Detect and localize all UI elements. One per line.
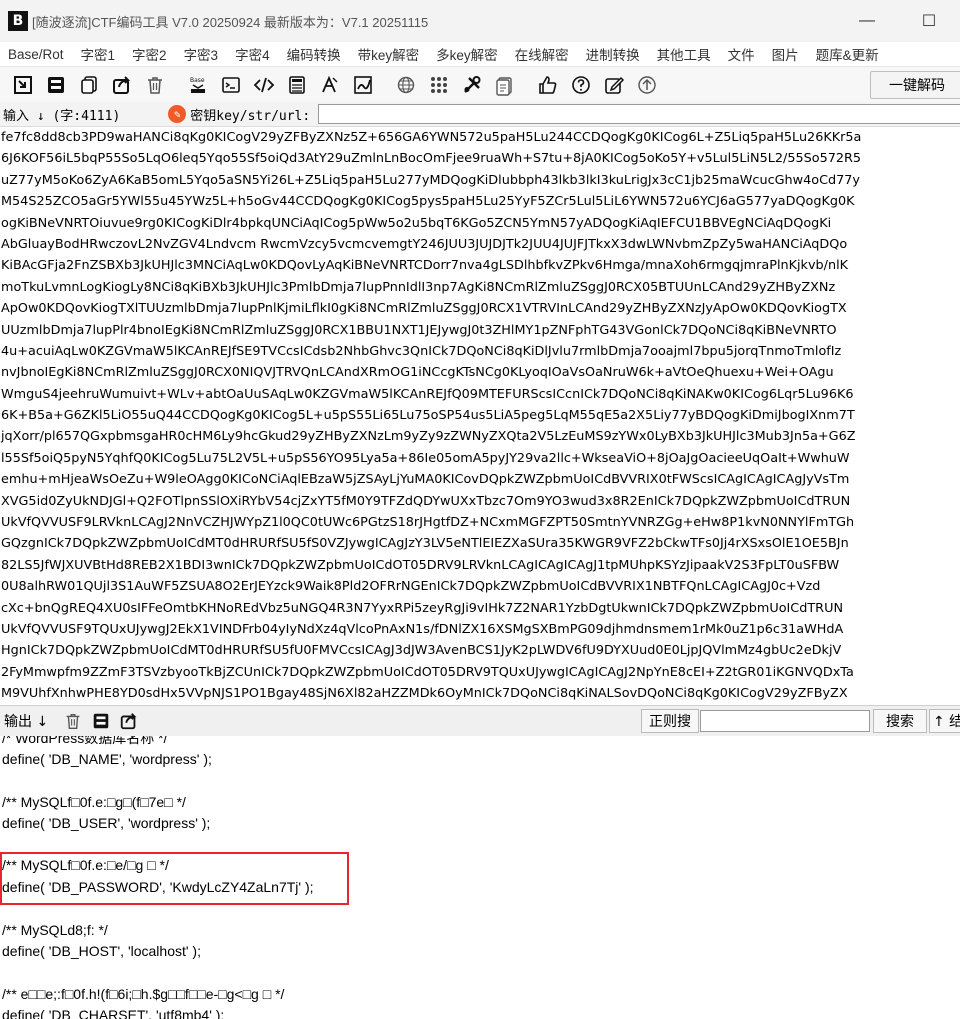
clear-output-icon[interactable] <box>62 710 84 732</box>
up-arrow-icon[interactable] <box>632 70 662 100</box>
output-label: 输出 ↓ <box>4 714 49 730</box>
key-icon: ✎ <box>168 105 187 123</box>
input-text-line: AbGluayBodHRwczovL2NvZGV4Lndvcm RwcmVzcy… <box>1 236 848 252</box>
menu-cipher-1[interactable]: 字密1 <box>73 44 125 64</box>
output-line: define( 'DB_CHARSET', 'utf8mb4' ); <box>2 1007 225 1019</box>
input-text-line: nvJbnoIEgKi8NCmRlZmluZSggJ0RCX0NIQVJTRVQ… <box>1 365 834 381</box>
output-textarea[interactable]: /* WordPress数据库名称 */ define( 'DB_NAME', … <box>0 736 960 1019</box>
output-line: /** MySQLd8;f: */ <box>2 922 108 938</box>
search-button[interactable]: 搜索 <box>873 709 927 733</box>
input-text-line: l55Sf5oiQ5pyN5YqhfQ0KICog5Lu75L2V5L+u5pS… <box>1 450 850 466</box>
copy-icon[interactable] <box>74 70 104 100</box>
one-click-decode-button[interactable]: 一键解码 <box>870 71 960 99</box>
output-line: define( 'DB_USER', 'wordpress' ); <box>2 815 211 831</box>
globe-icon[interactable] <box>391 70 421 100</box>
input-text-line: 6J6KOF56iL5bqP55So5LqO6leq5Yqo55Sf5oiQd3… <box>1 151 862 167</box>
to-result-button[interactable]: ↑ 结 <box>929 709 960 733</box>
input-text-line: XVG5id0ZyUkNDJGl+Q2FOTlpnSSlOXiRYbV54cjZ… <box>1 493 851 509</box>
font-icon[interactable] <box>315 70 345 100</box>
menu-cipher-4[interactable]: 字密4 <box>227 44 279 64</box>
menu-cipher-3[interactable]: 字密3 <box>176 44 228 64</box>
input-text-line: M9VUhfXnhwPHE8YD0sdHx5VVpNJS1PO1Bgay48Sj… <box>1 686 848 702</box>
output-line: /** MySQLf□0f.e:□g□(f□7e□ */ <box>2 794 186 810</box>
key-label: 密钥key/str/url: <box>190 108 311 124</box>
menu-base-conversion[interactable]: 进制转换 <box>578 44 649 64</box>
input-text-line: UUzmlbDmja7lupPlr4bnoIEgKi8NCmRlZmluZSgg… <box>1 322 837 338</box>
grid-icon[interactable] <box>424 70 454 100</box>
svg-text:Base: Base <box>190 77 205 84</box>
input-text-line: UkVfQVVUSF9LRVknLCAgJ2NnVCZHJWYpZ1l0QC0t… <box>1 515 855 531</box>
tools-icon[interactable] <box>457 70 487 100</box>
menu-encoding-convert[interactable]: 编码转换 <box>279 44 350 64</box>
import-icon[interactable] <box>8 70 38 100</box>
search-input[interactable] <box>700 710 870 732</box>
input-text-line: 2FyMmwpfm9ZZmF3TSVzbyooTkBjZCUnICk7DQpkZ… <box>1 664 854 680</box>
app-logo-icon: B <box>8 11 28 31</box>
menu-bar: Base/Rot 字密1 字密2 字密3 字密4 编码转换 带key解密 多ke… <box>0 42 960 66</box>
key-input[interactable] <box>318 104 960 124</box>
input-text-line: 4u+acuiAqLw0KZGVmaW5lKCAnREJfSE9TVCcsICd… <box>1 343 842 359</box>
input-text-line: emhu+mHjeaWsOeZu+W9leOAgg0KICoNCiAqlEBza… <box>1 472 850 488</box>
input-text-line: fe7fc8dd8cb3PD9waHANCi8qKg0KICogV29yZFBy… <box>1 130 862 145</box>
menu-question-bank[interactable]: 题库&更新 <box>808 44 888 64</box>
output-line: /* WordPress数据库名称 */ <box>2 736 168 746</box>
trash-icon[interactable] <box>140 70 170 100</box>
input-text-line: ApOw0KDQovKiogTXlTUUzmlbDmja7lupPnlKjmiL… <box>1 301 847 317</box>
input-textarea[interactable]: fe7fc8dd8cb3PD9waHANCi8qKg0KICogV29yZFBy… <box>0 127 960 705</box>
minimize-button[interactable]: — <box>836 0 898 42</box>
calculator-icon[interactable] <box>282 70 312 100</box>
output-header: 输出 ↓ 正则搜 搜索 ↑ 结 <box>0 705 960 737</box>
toolbar: Base 一键解码 <box>0 66 960 104</box>
menu-key-decrypt[interactable]: 带key解密 <box>350 44 429 64</box>
help-icon[interactable] <box>566 70 596 100</box>
input-text-line: M54S25ZCO5aGr5YWl55u45YWz5L+h5oGv44CCDQo… <box>1 194 855 210</box>
password-highlight-box <box>0 852 349 905</box>
menu-image[interactable]: 图片 <box>764 44 808 64</box>
input-text-line: GQzgnICk7DQpkZWZpbmUoICdMT0dHRURfSU5fS0V… <box>1 536 849 552</box>
console-icon[interactable] <box>216 70 246 100</box>
input-text-line: 6K+B5a+G6ZKl5LiO55uQ44CCDQogKg0KICog5L+u… <box>1 408 855 424</box>
input-header: 输入 ↓ (字:4111) ✎ 密钥key/str/url: <box>0 102 960 127</box>
regex-search-button[interactable]: 正则搜 <box>641 709 699 733</box>
maximize-button[interactable]: ☐ <box>898 0 960 42</box>
share-icon[interactable] <box>107 70 137 100</box>
input-text-line: ogKiBNeVNRTOiuvue9rg0KICogKiDlr4bpkqUNCi… <box>1 215 832 231</box>
output-line: define( 'DB_NAME', 'wordpress' ); <box>2 751 212 767</box>
input-text-line: KiBAcGFja2FnZSBXb3JkUHJlc3MNCiAqLw0KDQov… <box>1 258 849 274</box>
input-text-line: jqXorr/pl657QGxpbmsgaHR0cHM6Ly9hcGkud29y… <box>1 429 856 445</box>
input-text-line: cXc+bnQgREQ4XU0sIFFeOmtbKHNoREdVbz5uNGQ4… <box>1 600 844 616</box>
menu-base-rot[interactable]: Base/Rot <box>0 47 73 62</box>
input-text-line: 82LS5JfWJXUVBtHd8REB2X1BDI3wnICk7DQpkZWZ… <box>1 557 840 573</box>
output-line: /** e□□e;:f□0f.h!(f□6i;□h.$g□□f□□e-□g<□g… <box>2 986 285 1002</box>
edit-icon[interactable] <box>599 70 629 100</box>
title-bar: B [随波逐流]CTF编码工具 V7.0 20250924 最新版本为：V7.1… <box>0 0 960 43</box>
input-text-line: WmguS4jeehruWumuivt+WLv+abtOaUuSAqLw0KZG… <box>1 386 854 402</box>
save-icon[interactable] <box>41 70 71 100</box>
input-text-line: uZ77yM5oKo6ZyA6KaB5omL5Yqo5aSN5Yi26L+Z5L… <box>1 172 860 188</box>
input-text-line: moTkuLvmnLogKiogLy8NCi8qKiBXb3JkUHJlc3Pm… <box>1 279 836 295</box>
input-text-line: 0U8alhRW01QUjl3S1AuWF5ZSUA8O2ErJEYzck9Wa… <box>1 579 821 595</box>
menu-online-decrypt[interactable]: 在线解密 <box>507 44 578 64</box>
menu-file[interactable]: 文件 <box>720 44 764 64</box>
menu-other-tools[interactable]: 其他工具 <box>649 44 720 64</box>
save-output-icon[interactable] <box>90 710 112 732</box>
window-title: [随波逐流]CTF编码工具 V7.0 20250924 最新版本为：V7.1 2… <box>32 14 429 30</box>
input-text-line: UkVfQVVUSF9TQUxUJywgJ2EkX1VINDFrb04yIyNd… <box>1 621 844 637</box>
menu-multi-key-decrypt[interactable]: 多key解密 <box>428 44 507 64</box>
notes-icon[interactable] <box>490 70 520 100</box>
input-label: 输入 ↓ (字:4111) <box>3 108 121 124</box>
input-text-line: HgnICk7DQpkZWZpbmUoICdMT0dHRURfSU5fU0FMV… <box>1 643 842 659</box>
thumbs-up-icon[interactable] <box>533 70 563 100</box>
output-line: define( 'DB_HOST', 'localhost' ); <box>2 943 201 959</box>
share-output-icon[interactable] <box>118 710 140 732</box>
code-icon[interactable] <box>249 70 279 100</box>
sign-icon[interactable] <box>348 70 378 100</box>
base-convert-icon[interactable]: Base <box>183 70 213 100</box>
menu-cipher-2[interactable]: 字密2 <box>124 44 176 64</box>
